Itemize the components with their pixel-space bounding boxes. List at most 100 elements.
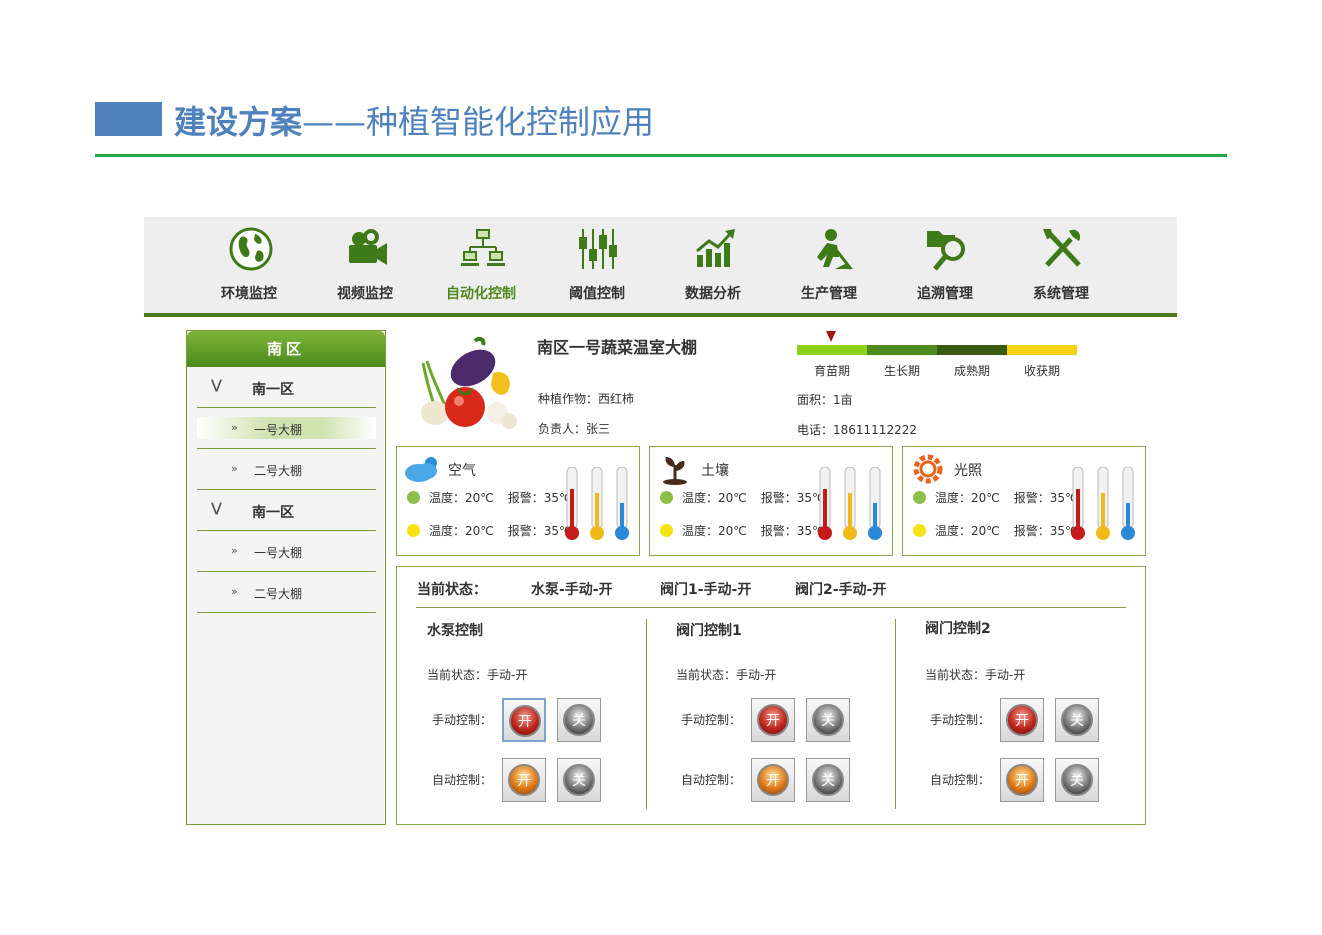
pump-control-title: 水泵控制	[427, 623, 483, 639]
sidebar-item-greenhouse[interactable]: » 一号大棚	[197, 531, 376, 572]
nav-item-video-monitor[interactable]: 视频监控	[307, 217, 423, 313]
sensor-row: 温度：20℃ 报警：35℃	[407, 489, 573, 506]
stage-label: 生长期	[883, 364, 920, 378]
sidebar-item-label: 二号大棚	[254, 587, 303, 601]
stage-segment-mature	[937, 345, 1007, 355]
double-chevron-right-icon: »	[231, 585, 238, 598]
top-nav: 环境监控 视频监控 自动化控制 阈值控制 数据分析 生产管理 追溯管理 系统管理	[144, 217, 1177, 317]
pump-manual-on-button[interactable]: 开	[502, 698, 546, 742]
sensor-name: 空气	[448, 463, 476, 479]
sidebar-item-label: 二号大棚	[254, 464, 303, 478]
valve2-auto-on-button[interactable]: 开	[1000, 758, 1044, 802]
sensor-card-soil: 土壤 温度：20℃ 报警：35℃ 温度：20℃ 报警：35℃	[649, 446, 893, 556]
stage-segment-seedling	[797, 345, 867, 355]
valve2-manual-off-button[interactable]: 关	[1055, 698, 1099, 742]
nav-item-threshold[interactable]: 阈值控制	[539, 217, 655, 313]
status-valve2: 阀门2-手动-开	[795, 582, 887, 598]
nav-label: 系统管理	[1033, 286, 1089, 302]
control-panel: 当前状态： 水泵-手动-开 阀门1-手动-开 阀门2-手动-开 水泵控制 当前状…	[396, 566, 1146, 825]
manual-control-label: 手动控制：	[930, 713, 991, 727]
double-chevron-down-icon: ⋁	[211, 501, 222, 516]
manual-control-label: 手动控制：	[432, 713, 493, 727]
current-status-label: 当前状态：	[417, 582, 487, 598]
knob-label: 关	[812, 764, 844, 796]
sensor-card-air: 空气 温度：20℃ 报警：35℃ 温度：20℃ 报警：35℃	[396, 446, 640, 556]
globe-icon	[229, 227, 273, 271]
knob-label: 开	[757, 764, 789, 796]
knob-label: 关	[812, 704, 844, 736]
valve1-auto-on-button[interactable]: 开	[751, 758, 795, 802]
nav-item-traceability[interactable]: 追溯管理	[887, 217, 1003, 313]
valve1-control-title: 阀门控制1	[676, 623, 742, 639]
sprout-icon	[663, 457, 687, 485]
stage-segment-harvest	[1007, 345, 1077, 355]
sidebar-item-greenhouse[interactable]: » 二号大棚	[197, 449, 376, 490]
area-text: 面积：1亩	[797, 393, 853, 407]
sensor-row: 温度：20℃ 报警：35℃	[913, 489, 1079, 506]
divider	[416, 607, 1126, 608]
thermometers-icon	[565, 467, 629, 540]
crop-text: 种植作物：西红柿	[538, 392, 635, 406]
sidebar-group[interactable]: ⋁ 南一区	[197, 491, 376, 531]
slide-title-bold: 建设方案	[174, 103, 303, 141]
valve2-control-title: 阀门控制2	[925, 621, 991, 637]
nav-item-env-monitor[interactable]: 环境监控	[191, 217, 307, 313]
pump-manual-off-button[interactable]: 关	[557, 698, 601, 742]
double-chevron-down-icon: ⋁	[211, 378, 222, 393]
status-dot	[407, 524, 420, 537]
thermometers-icon	[818, 467, 882, 540]
temp-value: 温度：20℃	[935, 524, 1000, 538]
status-valve1: 阀门1-手动-开	[660, 582, 752, 598]
sidebar-group-label: 南一区	[252, 505, 294, 521]
pump-auto-off-button[interactable]: 关	[557, 758, 601, 802]
sensor-name: 光照	[954, 463, 982, 479]
status-dot	[407, 491, 420, 504]
nav-item-system[interactable]: 系统管理	[1003, 217, 1119, 313]
current-stage-marker	[826, 331, 836, 342]
status-dot	[660, 491, 673, 504]
valve1-manual-off-button[interactable]: 关	[806, 698, 850, 742]
nav-label: 追溯管理	[917, 286, 973, 302]
growth-stage-bar	[797, 345, 1077, 355]
sidebar-item-label: 一号大棚	[254, 546, 303, 560]
valve1-manual-on-button[interactable]: 开	[751, 698, 795, 742]
sidebar-group[interactable]: ⋁ 南一区	[197, 368, 376, 408]
nav-label: 环境监控	[221, 286, 277, 302]
nav-item-data-analysis[interactable]: 数据分析	[655, 217, 771, 313]
valve2-state: 当前状态：手动-开	[925, 668, 1026, 682]
knob-label: 开	[1006, 764, 1038, 796]
status-dot	[913, 491, 926, 504]
sidebar-item-label: 一号大棚	[254, 423, 303, 437]
temp-value: 温度：20℃	[682, 491, 747, 505]
valve2-auto-off-button[interactable]: 关	[1055, 758, 1099, 802]
nav-label: 自动化控制	[446, 286, 516, 302]
temp-value: 温度：20℃	[935, 491, 1000, 505]
thermometers-icon	[1071, 467, 1135, 540]
sliders-icon	[579, 229, 617, 269]
stage-label: 收获期	[1023, 364, 1060, 378]
sensor-name: 土壤	[701, 463, 729, 479]
status-dot	[660, 524, 673, 537]
stage-label: 育苗期	[813, 364, 850, 378]
sidebar-item-greenhouse[interactable]: » 二号大棚	[197, 572, 376, 613]
vegetables-image	[421, 336, 517, 429]
double-chevron-right-icon: »	[231, 421, 238, 434]
temp-value: 温度：20℃	[429, 491, 494, 505]
owner-text: 负责人：张三	[538, 422, 611, 436]
nav-item-automation[interactable]: 自动化控制	[423, 217, 539, 313]
valve1-auto-off-button[interactable]: 关	[806, 758, 850, 802]
sidebar-group-label: 南一区	[252, 382, 294, 398]
double-chevron-right-icon: »	[231, 544, 238, 557]
valve2-manual-on-button[interactable]: 开	[1000, 698, 1044, 742]
pump-state: 当前状态：手动-开	[427, 668, 528, 682]
nav-label: 生产管理	[801, 286, 857, 302]
camera-icon	[349, 229, 387, 265]
worker-icon	[817, 229, 853, 270]
nav-item-production[interactable]: 生产管理	[771, 217, 887, 313]
sidebar-item-greenhouse[interactable]: » 一号大棚	[197, 408, 376, 449]
double-chevron-right-icon: »	[231, 462, 238, 475]
title-accent-block	[95, 102, 162, 136]
stage-label: 成熟期	[953, 364, 990, 378]
stage-segment-growth	[867, 345, 937, 355]
pump-auto-on-button[interactable]: 开	[502, 758, 546, 802]
